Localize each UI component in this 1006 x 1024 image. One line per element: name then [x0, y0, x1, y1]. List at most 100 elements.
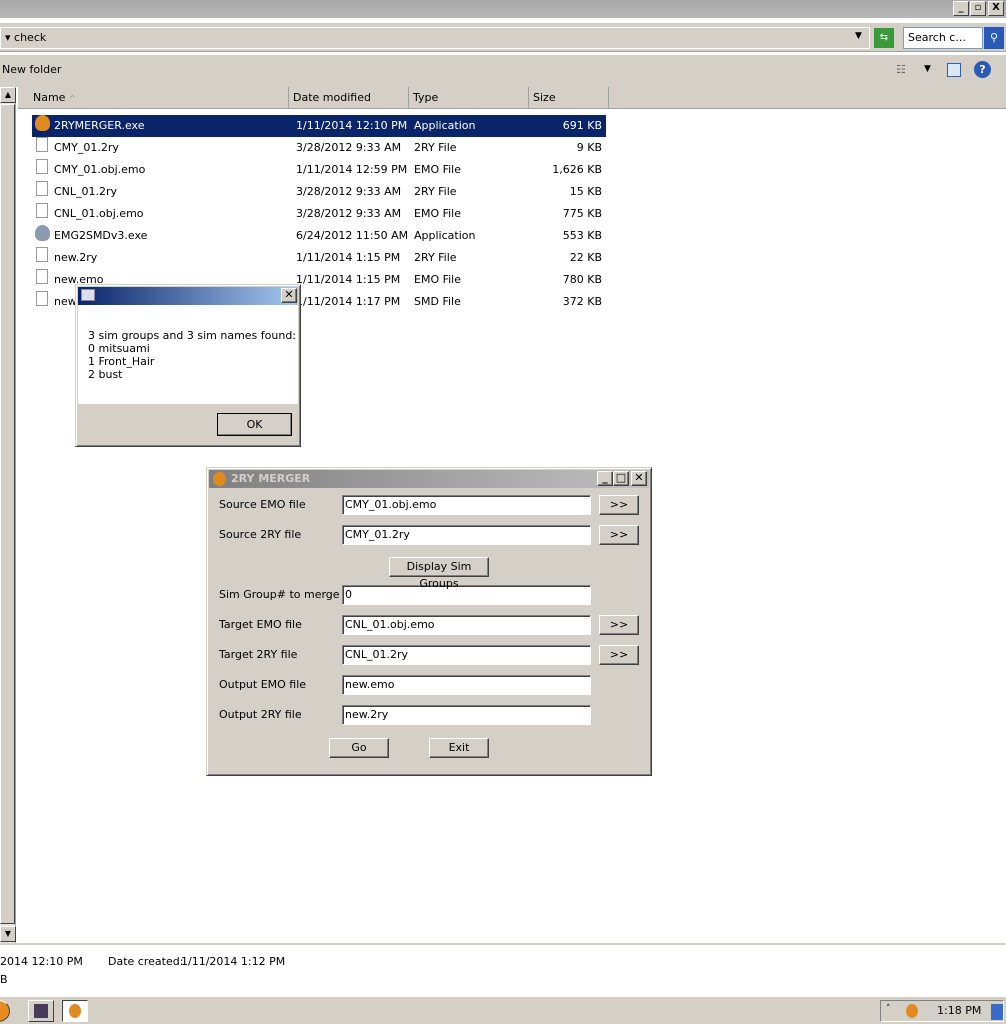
file-date: 3/28/2012 9:33 AM: [296, 141, 402, 154]
help-icon[interactable]: ?: [974, 61, 991, 78]
address-text: check: [14, 31, 47, 44]
column-header: Name ^ Date modified Type Size: [18, 87, 1006, 109]
file-row[interactable]: EMG2SMDv3.exe 6/24/2012 11:50 AM Applicati…: [32, 225, 606, 247]
ok-button[interactable]: OK: [217, 413, 292, 436]
detail-modified: 2014 12:10 PM: [0, 955, 83, 968]
field-label: Source 2RY file: [219, 528, 302, 541]
tray-expand-icon[interactable]: ˄: [886, 1004, 891, 1014]
file-size: 780 KB: [562, 273, 602, 286]
vertical-scrollbar[interactable]: ▲ ▼: [0, 87, 16, 943]
close-button[interactable]: ✕: [631, 471, 647, 486]
preview-pane-icon[interactable]: [947, 63, 961, 77]
file-row[interactable]: CMY_01.obj.emo 1/11/2014 12:59 PM EMO File…: [32, 159, 606, 181]
scroll-thumb[interactable]: [0, 104, 15, 924]
file-name: 2RYMERGER.exe: [54, 119, 145, 132]
field-input[interactable]: CMY_01.2ry: [342, 525, 591, 545]
close-button[interactable]: ✕: [281, 288, 297, 303]
clock[interactable]: 1:18 PM: [937, 1004, 981, 1017]
file-row[interactable]: CNL_01.obj.emo 3/28/2012 9:33 AM EMO File 7…: [32, 203, 606, 225]
app-icon: [35, 225, 50, 241]
message-line: 2 bust: [88, 368, 123, 381]
column-name[interactable]: Name ^: [18, 87, 289, 109]
search-icon[interactable]: ⚲: [984, 27, 1004, 49]
sort-up-icon: ^: [68, 94, 76, 103]
scroll-down-button[interactable]: ▼: [0, 926, 16, 942]
column-label: Name: [33, 91, 66, 104]
message-line: 3 sim groups and 3 sim names found:: [88, 329, 297, 342]
exit-button[interactable]: Exit: [429, 738, 489, 758]
file-size: 372 KB: [562, 295, 602, 308]
show-desktop-icon[interactable]: [991, 1004, 1003, 1020]
message-body: 3 sim groups and 3 sim names found: 0 mit…: [78, 305, 298, 404]
field-input[interactable]: new.emo: [342, 675, 591, 695]
go-button[interactable]: Go: [329, 738, 389, 758]
file-date: 1/11/2014 1:17 PM: [296, 295, 401, 308]
message-box-titlebar: ✕: [78, 287, 298, 305]
browse-button[interactable]: >>: [599, 525, 639, 545]
close-button[interactable]: X: [988, 1, 1004, 16]
file-date: 1/11/2014 12:59 PM: [296, 163, 408, 176]
search-input[interactable]: Search c...: [903, 27, 983, 49]
scroll-up-button[interactable]: ▲: [0, 87, 16, 103]
details-pane: 2014 12:10 PM Date created: 1/11/2014 1:…: [0, 943, 1006, 995]
file-name: new.2ry: [54, 251, 98, 264]
file-row[interactable]: CMY_01.2ry 3/28/2012 9:33 AM 2RY File 9 KB: [32, 137, 606, 159]
field-input[interactable]: 0: [342, 585, 591, 605]
file-type: EMO File: [414, 273, 462, 286]
new-folder-button[interactable]: New folder: [2, 63, 61, 76]
tray-merger-icon[interactable]: [906, 1004, 918, 1018]
view-icon[interactable]: ☷: [896, 63, 906, 76]
view-dropdown-icon[interactable]: ▼: [924, 64, 931, 74]
file-type: EMO File: [414, 163, 462, 176]
file-name: EMG2SMDv3.exe: [54, 229, 148, 242]
address-dropdown-icon[interactable]: ▼: [855, 31, 862, 41]
taskbar: ˄ 1:18 PM: [0, 996, 1006, 1024]
display-sim-groups-button[interactable]: Display Sim Groups: [389, 557, 489, 590]
browse-button[interactable]: >>: [599, 645, 639, 665]
file-row[interactable]: CNL_01.2ry 3/28/2012 9:33 AM 2RY File 15 KB: [32, 181, 606, 203]
message-text: 3 sim groups and 3 sim names found: 0 mit…: [88, 329, 296, 381]
file-icon: [36, 269, 48, 284]
file-icon: [36, 203, 48, 218]
detail-size: B: [0, 973, 8, 986]
search-placeholder: Search c...: [908, 31, 966, 44]
file-type: 2RY File: [414, 185, 457, 198]
browse-button[interactable]: >>: [599, 615, 639, 635]
taskbar-blender-icon[interactable]: [0, 1000, 10, 1022]
column-date[interactable]: Date modified: [289, 87, 409, 109]
column-type[interactable]: Type: [409, 87, 529, 109]
browse-button[interactable]: >>: [599, 495, 639, 515]
maximize-button[interactable]: □: [613, 471, 629, 486]
field-input[interactable]: new.2ry: [342, 705, 591, 725]
restore-button[interactable]: ▫: [970, 1, 986, 16]
file-date: 3/28/2012 9:33 AM: [296, 207, 402, 220]
file-row[interactable]: new.2ry 1/11/2014 1:15 PM 2RY File 22 KB: [32, 247, 606, 269]
refresh-icon[interactable]: ⇆: [874, 28, 894, 48]
address-input[interactable]: ▾ check: [0, 27, 870, 49]
field-input[interactable]: CNL_01.obj.emo: [342, 615, 591, 635]
minimize-button[interactable]: _: [597, 471, 613, 486]
file-name: CNL_01.2ry: [54, 185, 118, 198]
minimize-button[interactable]: _: [953, 1, 969, 16]
merger-title: 2RY MERGER: [231, 472, 311, 485]
message-box: ✕ 3 sim groups and 3 sim names found: 0 m…: [75, 284, 301, 447]
file-icon: [36, 291, 48, 306]
file-date: 1/11/2014 1:15 PM: [296, 251, 401, 264]
field-input[interactable]: CNL_01.2ry: [342, 645, 591, 665]
taskbar-merger-button[interactable]: [62, 1000, 88, 1022]
file-size: 1,626 KB: [552, 163, 602, 176]
file-size: 775 KB: [562, 207, 602, 220]
app-icon: [34, 1004, 48, 1018]
file-size: 553 KB: [562, 229, 602, 242]
file-size: 9 KB: [576, 141, 602, 154]
file-size: 691 KB: [562, 119, 602, 132]
detail-created-label: Date created:: [108, 955, 184, 968]
file-row[interactable]: 2RYMERGER.exe 1/11/2014 12:10 PM Applicati…: [32, 115, 606, 137]
message-line: 0 mitsuami: [88, 342, 150, 355]
file-date: 6/24/2012 11:50 AM: [296, 229, 409, 242]
column-size[interactable]: Size: [529, 87, 609, 109]
taskbar-app-button[interactable]: [28, 1000, 54, 1022]
file-date: 1/11/2014 1:15 PM: [296, 273, 401, 286]
field-input[interactable]: CMY_01.obj.emo: [342, 495, 591, 515]
file-date: 1/11/2014 12:10 PM: [296, 119, 408, 132]
